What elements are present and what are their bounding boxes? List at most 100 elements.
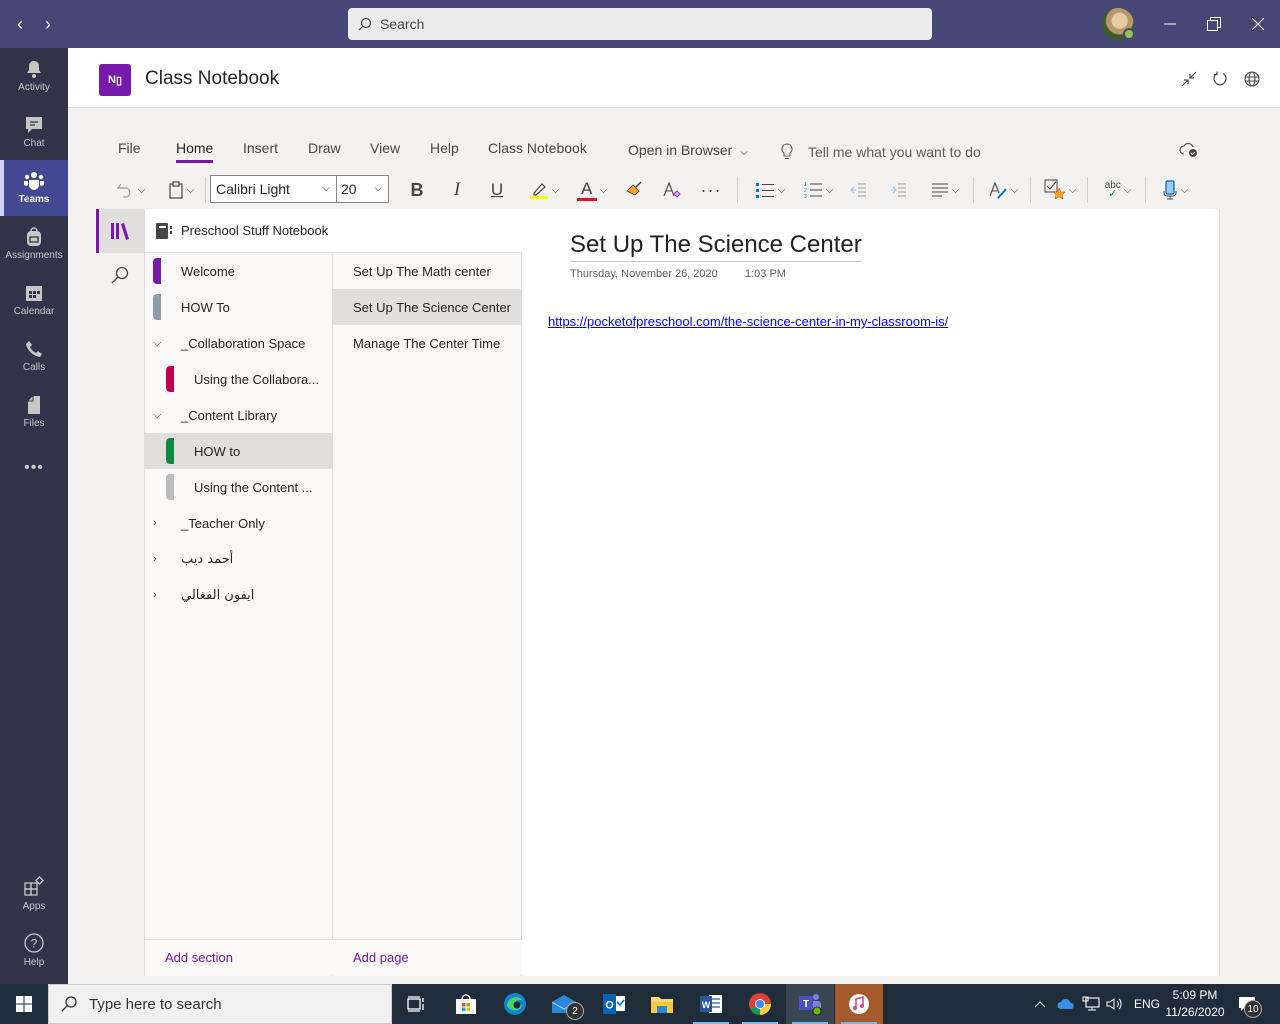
tab-insert[interactable]: Insert <box>243 140 278 156</box>
section-item[interactable]: HOW to <box>145 433 333 469</box>
bullets-button[interactable]: ⌵ <box>750 176 790 204</box>
tab-view[interactable]: View <box>370 140 400 156</box>
page-item[interactable]: Set Up The Math center <box>333 253 521 289</box>
page-item[interactable]: Manage The Center Time <box>333 325 521 361</box>
add-page-button[interactable]: Add page <box>333 939 522 975</box>
section-item[interactable]: HOW To <box>145 289 333 325</box>
taskbar-clock[interactable]: 5:09 PM 11/26/2020 <box>1160 987 1230 1021</box>
taskbar-file-explorer[interactable] <box>638 984 686 1024</box>
outlook-icon: O <box>603 994 625 1014</box>
decrease-indent-button[interactable] <box>846 176 870 204</box>
chevron-right-icon[interactable]: › <box>153 553 157 565</box>
search-input[interactable]: Search <box>348 8 932 40</box>
forward-button[interactable]: › <box>38 12 58 36</box>
increase-indent-button[interactable] <box>886 176 910 204</box>
page-hyperlink[interactable]: https://pocketofpreschool.com/the-scienc… <box>548 313 968 331</box>
format-painter-button[interactable] <box>622 176 646 204</box>
notebook-header[interactable]: Preschool Stuff Notebook <box>145 209 522 253</box>
undo-button[interactable]: ⌵ <box>112 176 150 204</box>
search-notes-button[interactable] <box>96 253 144 297</box>
language-indicator[interactable]: ENG <box>1134 984 1160 1024</box>
network-tray[interactable] <box>1082 984 1100 1024</box>
tab-home[interactable]: Home <box>176 140 214 163</box>
refresh-button[interactable] <box>1209 68 1231 90</box>
rail-calls[interactable]: Calls <box>0 328 68 384</box>
section-item[interactable]: Welcome <box>145 253 333 289</box>
highlight-button[interactable]: ⌵ <box>524 176 564 204</box>
tab-file[interactable]: File <box>118 140 141 156</box>
page-title[interactable]: Set Up The Science Center <box>570 231 862 262</box>
rail-activity[interactable]: Activity <box>0 48 68 104</box>
tab-help[interactable]: Help <box>430 140 459 156</box>
italic-button[interactable]: I <box>444 176 470 204</box>
styles-button[interactable]: ⌵ <box>984 176 1022 204</box>
rail-calendar[interactable]: Calendar <box>0 272 68 328</box>
spelling-button[interactable]: abc ✓ ⌵ <box>1098 176 1138 204</box>
rail-teams[interactable]: Teams <box>0 160 68 216</box>
taskbar-itunes[interactable] <box>835 984 883 1024</box>
chevron-down-icon[interactable]: ⌵ <box>153 409 161 422</box>
chevron-right-icon[interactable]: › <box>153 517 157 529</box>
section-group[interactable]: › ايفون الفغالي <box>145 577 333 613</box>
page-item[interactable]: Set Up The Science Center <box>333 289 521 325</box>
minimize-button[interactable] <box>1156 10 1184 38</box>
notebooks-button[interactable] <box>96 209 144 253</box>
library-icon <box>111 223 129 240</box>
taskbar-microsoft-store[interactable] <box>442 984 490 1024</box>
align-button[interactable]: ⌵ <box>926 176 964 204</box>
section-group[interactable]: ⌵ _Collaboration Space <box>145 325 333 361</box>
onedrive-tray[interactable] <box>1057 984 1075 1024</box>
more-icon: ··· <box>700 179 722 200</box>
restore-button[interactable] <box>1200 10 1228 38</box>
section-group[interactable]: ⌵ _Content Library <box>145 397 333 433</box>
add-section-button[interactable]: Add section <box>145 939 333 975</box>
rail-apps[interactable]: Apps <box>0 866 68 922</box>
tell-me-search[interactable]: Tell me what you want to do <box>780 143 981 161</box>
taskbar-outlook[interactable]: O <box>590 984 638 1024</box>
task-view-button[interactable] <box>392 984 440 1024</box>
section-item[interactable]: Using the Collabora... <box>145 361 333 397</box>
font-color-button[interactable]: A ⌵ <box>572 176 612 204</box>
rail-assignments[interactable]: Assignments <box>0 216 68 272</box>
chevron-right-icon[interactable]: › <box>153 589 157 601</box>
section-group[interactable]: › _Teacher Only <box>145 505 333 541</box>
action-center-button[interactable]: 10 <box>1238 984 1262 1024</box>
tab-draw[interactable]: Draw <box>308 140 341 156</box>
taskbar-search-input[interactable]: Type here to search <box>48 984 392 1024</box>
taskbar-teams[interactable]: T <box>786 984 834 1024</box>
chevron-down-icon[interactable]: ⌵ <box>153 337 161 350</box>
font-size-select[interactable]: 20 ⌵ <box>337 175 389 203</box>
sync-status-button[interactable] <box>1178 139 1200 161</box>
underline-button[interactable]: U <box>484 176 510 204</box>
open-in-browser-globe-button[interactable] <box>1241 68 1263 90</box>
tag-button[interactable]: ⌵ <box>1040 176 1080 204</box>
rail-label: Help <box>23 957 45 968</box>
paste-button[interactable]: ⌵ <box>162 176 200 204</box>
collapse-button[interactable] <box>1178 68 1200 90</box>
taskbar-word[interactable]: W <box>687 984 735 1024</box>
tab-class-notebook[interactable]: Class Notebook <box>488 140 587 156</box>
page-canvas[interactable]: Set Up The Science Center Thursday, Nove… <box>522 209 1220 976</box>
open-in-browser-button[interactable]: Open in Browser ⌵ <box>628 142 748 158</box>
clear-formatting-button[interactable] <box>660 176 684 204</box>
show-hidden-icons-button[interactable] <box>1034 984 1046 1024</box>
svg-text:T: T <box>803 999 809 1010</box>
rail-help[interactable]: ? Help <box>0 922 68 978</box>
taskbar-mail[interactable]: 2 <box>540 984 588 1024</box>
start-button[interactable] <box>0 984 48 1024</box>
taskbar-chrome[interactable] <box>736 984 784 1024</box>
rail-chat[interactable]: Chat <box>0 104 68 160</box>
font-name-select[interactable]: Calibri Light ⌵ <box>210 175 337 203</box>
back-button[interactable]: ‹ <box>10 12 30 36</box>
volume-tray[interactable] <box>1106 984 1124 1024</box>
dictate-button[interactable]: ⌵ <box>1156 176 1194 204</box>
rail-files[interactable]: Files <box>0 384 68 440</box>
numbering-button[interactable]: 123 ⌵ <box>798 176 838 204</box>
section-group[interactable]: › أحمد ديب <box>145 541 333 577</box>
section-item[interactable]: Using the Content ... <box>145 469 333 505</box>
more-options-button[interactable]: ··· <box>698 176 724 204</box>
taskbar-edge[interactable] <box>491 984 539 1024</box>
close-button[interactable] <box>1244 10 1272 38</box>
bold-button[interactable]: B <box>404 176 430 204</box>
rail-more-button[interactable]: ••• <box>0 440 68 496</box>
